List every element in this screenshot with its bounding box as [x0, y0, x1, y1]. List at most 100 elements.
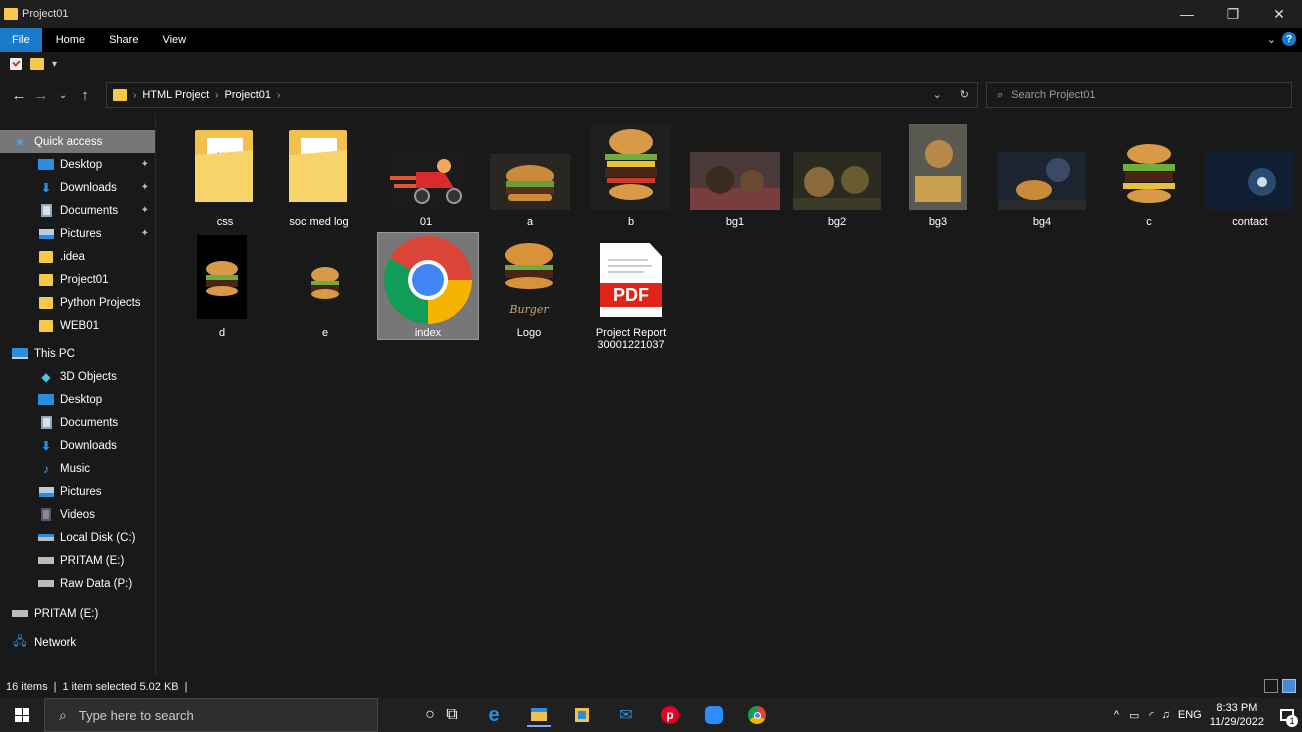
sidebar-item-label: PRITAM (E:) [60, 554, 125, 567]
store-icon[interactable] [570, 703, 594, 727]
new-folder-icon[interactable] [30, 58, 44, 70]
file-name: bg2 [827, 216, 847, 228]
file-item-bg4[interactable]: bg4 [992, 124, 1092, 230]
address-dropdown-icon[interactable]: ⌄ [933, 88, 942, 101]
sidebar-item-quick-access[interactable]: ★ Quick access [0, 130, 155, 153]
sidebar-item-idea[interactable]: .idea [0, 245, 155, 268]
sidebar-item-label: Network [34, 636, 77, 649]
sidebar-item-this-pc[interactable]: This PC [0, 342, 155, 365]
forward-button[interactable]: → [30, 87, 52, 104]
breadcrumb-project01[interactable]: Project01 [225, 89, 271, 101]
desktop-icon [38, 158, 54, 172]
edge-icon[interactable]: e [482, 703, 506, 727]
volume-icon[interactable]: ♫ [1162, 709, 1170, 721]
start-button[interactable] [0, 698, 44, 732]
minimize-button[interactable]: — [1164, 0, 1210, 28]
language-indicator[interactable]: ENG [1178, 709, 1202, 721]
file-item-a[interactable]: a [480, 124, 580, 230]
file-item-bg2[interactable]: bg2 [787, 124, 887, 230]
tab-file[interactable]: File [0, 28, 42, 52]
file-item-contact[interactable]: contact [1200, 124, 1300, 230]
pin-icon[interactable]: ✦ [141, 228, 149, 239]
file-item-e[interactable]: e [275, 233, 375, 339]
pinterest-icon[interactable]: p [658, 703, 682, 727]
tab-view[interactable]: View [148, 28, 200, 52]
details-view-icon[interactable] [1264, 679, 1278, 693]
sidebar-item-pc-documents[interactable]: Documents [0, 411, 155, 434]
folder-icon [38, 273, 54, 287]
sidebar-item-pc-downloads[interactable]: ⬇ Downloads [0, 434, 155, 457]
sidebar-item-raw-data-p[interactable]: Raw Data (P:) [0, 572, 155, 595]
address-bar[interactable]: › HTML Project › Project01 › ⌄ ↻ [106, 82, 978, 108]
sidebar-item-documents[interactable]: Documents ✦ [0, 199, 155, 222]
recent-locations-button[interactable]: ⌄ [52, 90, 74, 101]
burger-image [305, 263, 345, 303]
tab-home[interactable]: Home [42, 28, 99, 52]
file-item-index[interactable]: index [377, 232, 479, 340]
sidebar-item-pc-pictures[interactable]: Pictures [0, 480, 155, 503]
large-icons-view-icon[interactable] [1282, 679, 1296, 693]
sidebar-item-music[interactable]: ♪ Music [0, 457, 155, 480]
pin-icon[interactable]: ✦ [141, 182, 149, 193]
search-placeholder: Search Project01 [1011, 89, 1096, 101]
back-button[interactable]: ← [8, 87, 30, 104]
sidebar-item-network[interactable]: 🖧 Network [0, 631, 155, 654]
search-input[interactable]: ⌕ Search Project01 [986, 82, 1292, 108]
close-button[interactable]: ✕ [1256, 0, 1302, 28]
show-hidden-icons-icon[interactable]: ^ [1114, 709, 1119, 721]
pin-icon[interactable]: ✦ [141, 159, 149, 170]
mail-icon[interactable]: ✉ [614, 703, 638, 727]
help-icon[interactable]: ? [1282, 32, 1296, 46]
file-item-soc-med-log[interactable]: soc med log [269, 124, 369, 230]
sidebar-item-pritam-e[interactable]: PRITAM (E:) [0, 549, 155, 572]
sidebar-item-3d-objects[interactable]: ◆ 3D Objects [0, 365, 155, 388]
notifications-icon[interactable]: 1 [1272, 698, 1302, 732]
zoom-icon[interactable] [702, 703, 726, 727]
task-view-icon[interactable]: ⧉ [440, 703, 464, 727]
status-bar: 16 items | 1 item selected 5.02 KB | [0, 676, 1302, 698]
sidebar-item-videos[interactable]: Videos [0, 503, 155, 526]
file-item-bg1[interactable]: bg1 [685, 124, 785, 230]
sidebar-item-downloads[interactable]: ⬇ Downloads ✦ [0, 176, 155, 199]
sidebar-item-label: Music [60, 462, 91, 475]
wifi-icon[interactable]: ◜ [1149, 709, 1153, 722]
file-item-css[interactable]: # css [175, 124, 275, 230]
drive-icon [38, 577, 54, 591]
file-item-b[interactable]: b [581, 124, 681, 230]
sidebar-item-pc-desktop[interactable]: Desktop [0, 388, 155, 411]
chrome-icon[interactable] [745, 703, 769, 727]
sidebar-item-local-disk-c[interactable]: Local Disk (C:) [0, 526, 155, 549]
item-count: 16 items [6, 681, 48, 693]
clock[interactable]: 8:33 PM 11/29/2022 [1210, 701, 1264, 729]
breadcrumb-html-project[interactable]: HTML Project [142, 89, 209, 101]
customize-toolbar-icon[interactable]: ▾ [52, 59, 57, 70]
sidebar-item-desktop[interactable]: Desktop ✦ [0, 153, 155, 176]
refresh-icon[interactable]: ↻ [960, 88, 969, 101]
cortana-icon[interactable]: ○ [418, 703, 442, 727]
sidebar-item-web01[interactable]: WEB01 [0, 314, 155, 337]
properties-icon[interactable] [10, 58, 22, 70]
sidebar-item-project01[interactable]: Project01 [0, 268, 155, 291]
sidebar-item-label: This PC [34, 347, 75, 360]
drive-icon [38, 531, 54, 545]
burger-photo-image [909, 124, 967, 210]
expand-ribbon-icon[interactable]: ⌄ [1267, 33, 1276, 46]
file-item-bg3[interactable]: bg3 [888, 124, 988, 230]
network-icon: 🖧 [13, 634, 27, 648]
sidebar-item-pictures[interactable]: Pictures ✦ [0, 222, 155, 245]
file-explorer-icon[interactable] [527, 703, 551, 727]
file-item-c[interactable]: c [1099, 124, 1199, 230]
file-item-d[interactable]: d [172, 233, 272, 339]
tab-share[interactable]: Share [99, 28, 148, 52]
up-button[interactable]: ↑ [74, 87, 96, 104]
battery-icon[interactable]: ▭ [1129, 709, 1139, 722]
maximize-button[interactable]: ❐ [1210, 0, 1256, 28]
sidebar-item-python-projects[interactable]: Python Projects [0, 291, 155, 314]
pin-icon[interactable]: ✦ [141, 205, 149, 216]
sidebar-item-pritam-drive[interactable]: PRITAM (E:) [0, 602, 155, 625]
file-item-01[interactable]: 01 [376, 124, 476, 230]
taskbar-search-input[interactable]: ⌕ Type here to search [44, 698, 378, 732]
clock-date: 11/29/2022 [1209, 716, 1264, 728]
file-item-project-report[interactable]: PDF Project Report 30001221037 [581, 233, 681, 351]
file-item-logo[interactable]: Burger Logo [479, 233, 579, 339]
